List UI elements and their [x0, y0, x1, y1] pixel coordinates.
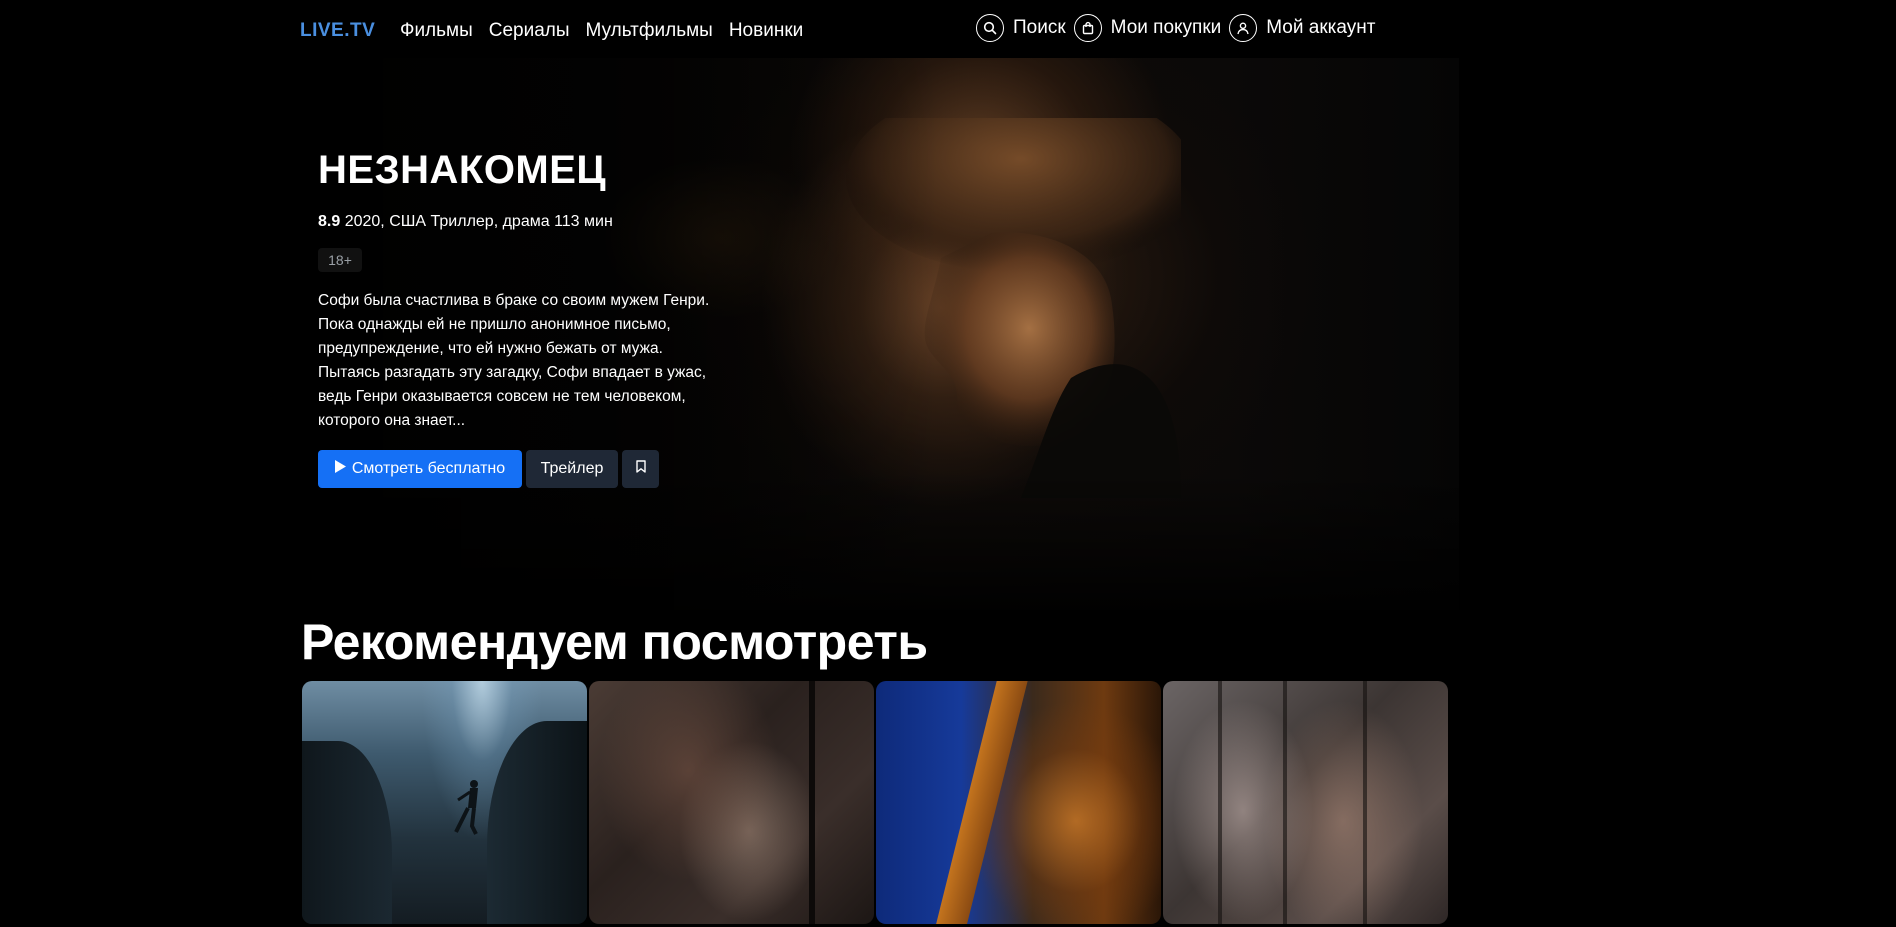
card-image-detail [809, 681, 815, 924]
trailer-button[interactable]: Трейлер [526, 450, 618, 488]
movie-meta: 8.9 2020, США Триллер, драма 113 мин [318, 213, 613, 231]
search-icon [976, 14, 1004, 42]
top-header: LIVE.TV Фильмы Сериалы Мультфильмы Новин… [283, 2, 1597, 58]
section-title-recommended: Рекомендуем посмотреть [301, 614, 928, 670]
card-image-detail [1363, 681, 1367, 924]
movie-card[interactable] [876, 681, 1161, 924]
play-icon [334, 460, 346, 478]
card-image-detail [933, 681, 1029, 924]
account-button[interactable]: Мой аккаунт [1229, 14, 1375, 42]
watch-free-label: Смотреть бесплатно [351, 460, 506, 477]
hero-banner: НЕЗНАКОМЕЦ 8.9 2020, США Триллер, драма … [301, 58, 1459, 610]
card-image-detail [302, 741, 392, 924]
movie-rating: 8.9 [318, 213, 341, 230]
header-actions: Поиск Мои покупки Мой аккаунт [976, 14, 1375, 42]
bookmark-icon [635, 460, 646, 478]
hero-buttons: Смотреть бесплатно Трейлер [318, 450, 659, 488]
nav-item-new[interactable]: Новинки [729, 20, 803, 42]
nav-item-films[interactable]: Фильмы [400, 20, 473, 42]
movie-card[interactable] [1163, 681, 1448, 924]
purchases-button[interactable]: Мои покупки [1073, 14, 1222, 42]
account-label: Мой аккаунт [1266, 17, 1376, 38]
search-label: Поиск [1013, 17, 1066, 38]
search-button[interactable]: Поиск [976, 14, 1066, 42]
logo[interactable]: LIVE.TV [300, 20, 375, 42]
movie-description: Софи была счастлива в браке со своим муж… [318, 292, 710, 429]
movie-card[interactable] [589, 681, 874, 924]
bookmark-button[interactable] [622, 450, 659, 488]
user-icon [1229, 14, 1258, 42]
purchases-label: Мои покупки [1110, 17, 1222, 38]
watch-free-button[interactable]: Смотреть бесплатно [318, 450, 522, 488]
nav-item-cartoons[interactable]: Мультфильмы [586, 20, 713, 42]
page: LIVE.TV Фильмы Сериалы Мультфильмы Новин… [0, 0, 1896, 927]
main-nav: Фильмы Сериалы Мультфильмы Новинки [400, 20, 803, 42]
card-image-detail [1283, 681, 1287, 924]
card-image-detail [487, 721, 587, 924]
diver-figure [454, 780, 478, 835]
movie-title: НЕЗНАКОМЕЦ [318, 148, 607, 192]
movie-info: 2020, США Триллер, драма 113 мин [344, 213, 613, 230]
shopping-bag-icon [1073, 14, 1102, 42]
card-image-detail [1218, 681, 1222, 924]
recommended-list [302, 681, 1448, 924]
movie-card[interactable] [302, 681, 587, 924]
age-rating-badge: 18+ [318, 248, 362, 272]
nav-item-series[interactable]: Сериалы [489, 20, 570, 42]
